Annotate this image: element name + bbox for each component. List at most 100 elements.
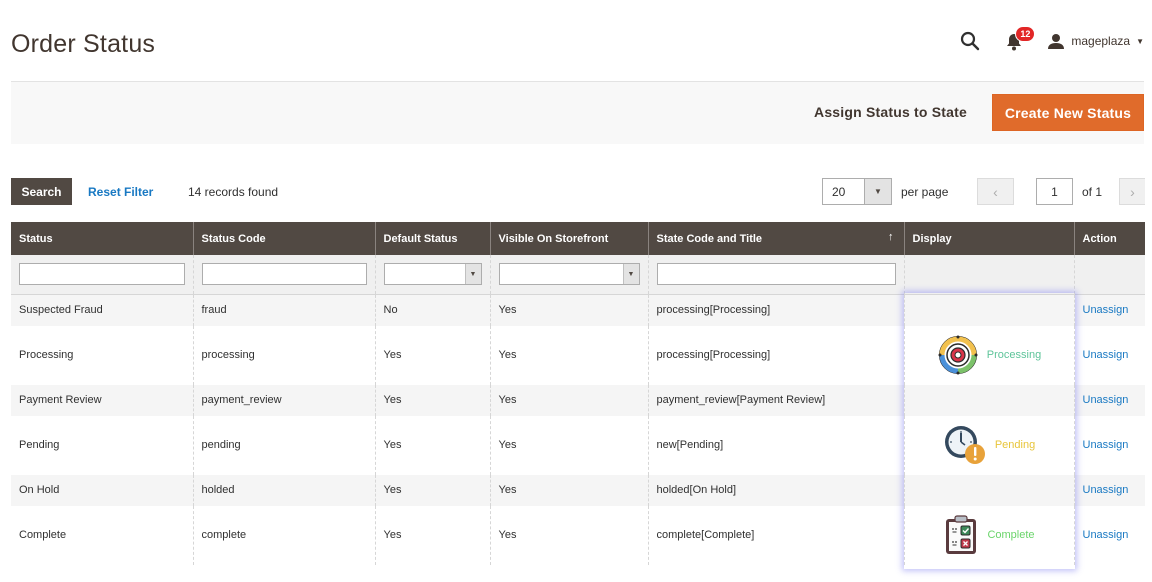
cell-display: Processing: [904, 325, 1075, 385]
cell-default-status: Yes: [375, 325, 491, 385]
cell-visible: Yes: [490, 325, 649, 385]
cell-state: processing[Processing]: [648, 325, 905, 385]
cell-visible: Yes: [490, 474, 649, 506]
cell-status: Pending: [11, 415, 194, 475]
chevron-right-icon: ›: [1130, 183, 1135, 200]
cell-state: processing[Processing]: [648, 294, 905, 326]
assign-status-to-state-button[interactable]: Assign Status to State: [814, 104, 967, 120]
status-display-badge: Pending: [913, 424, 1066, 466]
reset-filter-link[interactable]: Reset Filter: [88, 185, 153, 199]
chevron-down-icon: ▼: [464, 264, 481, 285]
unassign-link[interactable]: Unassign: [1083, 484, 1129, 496]
unassign-link[interactable]: Unassign: [1083, 439, 1129, 451]
unassign-link[interactable]: Unassign: [1083, 529, 1129, 541]
table-row: Complete complete Yes Yes complete[Compl…: [11, 505, 1145, 565]
page-number-input[interactable]: 1: [1036, 178, 1073, 205]
user-menu[interactable]: mageplaza ▼: [1048, 33, 1144, 49]
column-header-action: Action: [1074, 222, 1145, 255]
column-header-label: State Code and Title: [656, 232, 763, 245]
page-actions-bar: Assign Status to State Create New Status: [11, 81, 1144, 144]
cell-display: [904, 474, 1075, 506]
cell-visible: Yes: [490, 294, 649, 326]
cell-state: complete[Complete]: [648, 505, 905, 565]
column-header-status-code[interactable]: Status Code: [193, 222, 376, 255]
unassign-link[interactable]: Unassign: [1083, 394, 1129, 406]
action-filter-empty: [1074, 254, 1145, 295]
create-new-status-button[interactable]: Create New Status: [992, 94, 1144, 131]
search-icon[interactable]: [960, 31, 980, 51]
cell-status-code: pending: [193, 415, 376, 475]
cell-display: Complete: [904, 505, 1075, 565]
visible-on-storefront-filter-select[interactable]: ▼: [498, 263, 640, 286]
unassign-link[interactable]: Unassign: [1083, 349, 1129, 361]
next-page-button[interactable]: ›: [1119, 178, 1145, 205]
cell-default-status: Yes: [375, 384, 491, 416]
display-label: Pending: [994, 439, 1036, 451]
column-header-state-code-and-title[interactable]: State Code and Title ↑: [648, 222, 905, 255]
column-header-status[interactable]: Status: [11, 222, 194, 255]
cell-display: [904, 384, 1075, 416]
cell-status-code: complete: [193, 505, 376, 565]
status-filter-input[interactable]: [19, 263, 185, 286]
user-icon: [1048, 34, 1065, 49]
chevron-left-icon: ‹: [993, 183, 998, 200]
cell-status: Payment Review: [11, 384, 194, 416]
chevron-down-icon: ▼: [864, 179, 891, 204]
cell-display: [904, 294, 1075, 326]
state-code-filter-input[interactable]: [656, 263, 896, 286]
cell-action: Unassign: [1074, 294, 1145, 326]
column-header-default-status[interactable]: Default Status: [375, 222, 491, 255]
processing-gear-icon: [938, 335, 978, 375]
cell-action: Unassign: [1074, 384, 1145, 416]
cell-status-code: payment_review: [193, 384, 376, 416]
cell-action: Unassign: [1074, 474, 1145, 506]
page-title: Order Status: [11, 30, 156, 58]
cell-visible: Yes: [490, 415, 649, 475]
per-page-label: per page: [901, 185, 949, 199]
search-button[interactable]: Search: [11, 178, 72, 205]
cell-default-status: No: [375, 294, 491, 326]
cell-default-status: Yes: [375, 505, 491, 565]
order-status-grid: Status Status Code Default Status Visibl…: [11, 222, 1145, 565]
cell-action: Unassign: [1074, 415, 1145, 475]
notifications-button[interactable]: 12: [1006, 26, 1036, 51]
table-row: Processing processing Yes Yes processing…: [11, 325, 1145, 385]
previous-page-button[interactable]: ‹: [977, 178, 1014, 205]
sort-ascending-icon: ↑: [888, 231, 894, 243]
display-label: Processing: [986, 349, 1042, 361]
chevron-down-icon: ▼: [622, 264, 639, 285]
table-row: Payment Review payment_review Yes Yes pa…: [11, 384, 1145, 416]
cell-display: Pending: [904, 415, 1075, 475]
clipboard-check-icon: [946, 515, 977, 554]
table-row: On Hold holded Yes Yes holded[On Hold] U…: [11, 474, 1145, 506]
unassign-link[interactable]: Unassign: [1083, 304, 1129, 316]
page-total: of 1: [1082, 185, 1103, 199]
cell-status: Suspected Fraud: [11, 294, 194, 326]
cell-default-status: Yes: [375, 415, 491, 475]
status-code-filter-input[interactable]: [201, 263, 367, 286]
table-row: Suspected Fraud fraud No Yes processing[…: [11, 294, 1145, 326]
status-display-badge: Processing: [913, 334, 1066, 376]
clock-warning-icon: [944, 426, 985, 464]
default-status-filter-select[interactable]: ▼: [383, 263, 482, 286]
cell-action: Unassign: [1074, 505, 1145, 565]
table-row: Pending pending Yes Yes new[Pending] Pen…: [11, 415, 1145, 475]
cell-visible: Yes: [490, 505, 649, 565]
column-header-display: Display: [904, 222, 1075, 255]
cell-status: Complete: [11, 505, 194, 565]
cell-status: On Hold: [11, 474, 194, 506]
cell-status-code: processing: [193, 325, 376, 385]
cell-state: holded[On Hold]: [648, 474, 905, 506]
cell-status: Processing: [11, 325, 194, 385]
cell-default-status: Yes: [375, 474, 491, 506]
cell-state: payment_review[Payment Review]: [648, 384, 905, 416]
header-actions: 12 mageplaza ▼: [960, 26, 1144, 54]
cell-action: Unassign: [1074, 325, 1145, 385]
per-page-select[interactable]: 20 ▼: [822, 178, 892, 205]
column-header-visible-on-storefront[interactable]: Visible On Storefront: [490, 222, 649, 255]
notification-badge: 12: [1015, 26, 1036, 42]
cell-status-code: holded: [193, 474, 376, 506]
records-found: 14 records found: [188, 185, 279, 199]
chevron-down-icon: ▼: [1136, 36, 1144, 46]
status-display-badge: Complete: [913, 514, 1066, 556]
